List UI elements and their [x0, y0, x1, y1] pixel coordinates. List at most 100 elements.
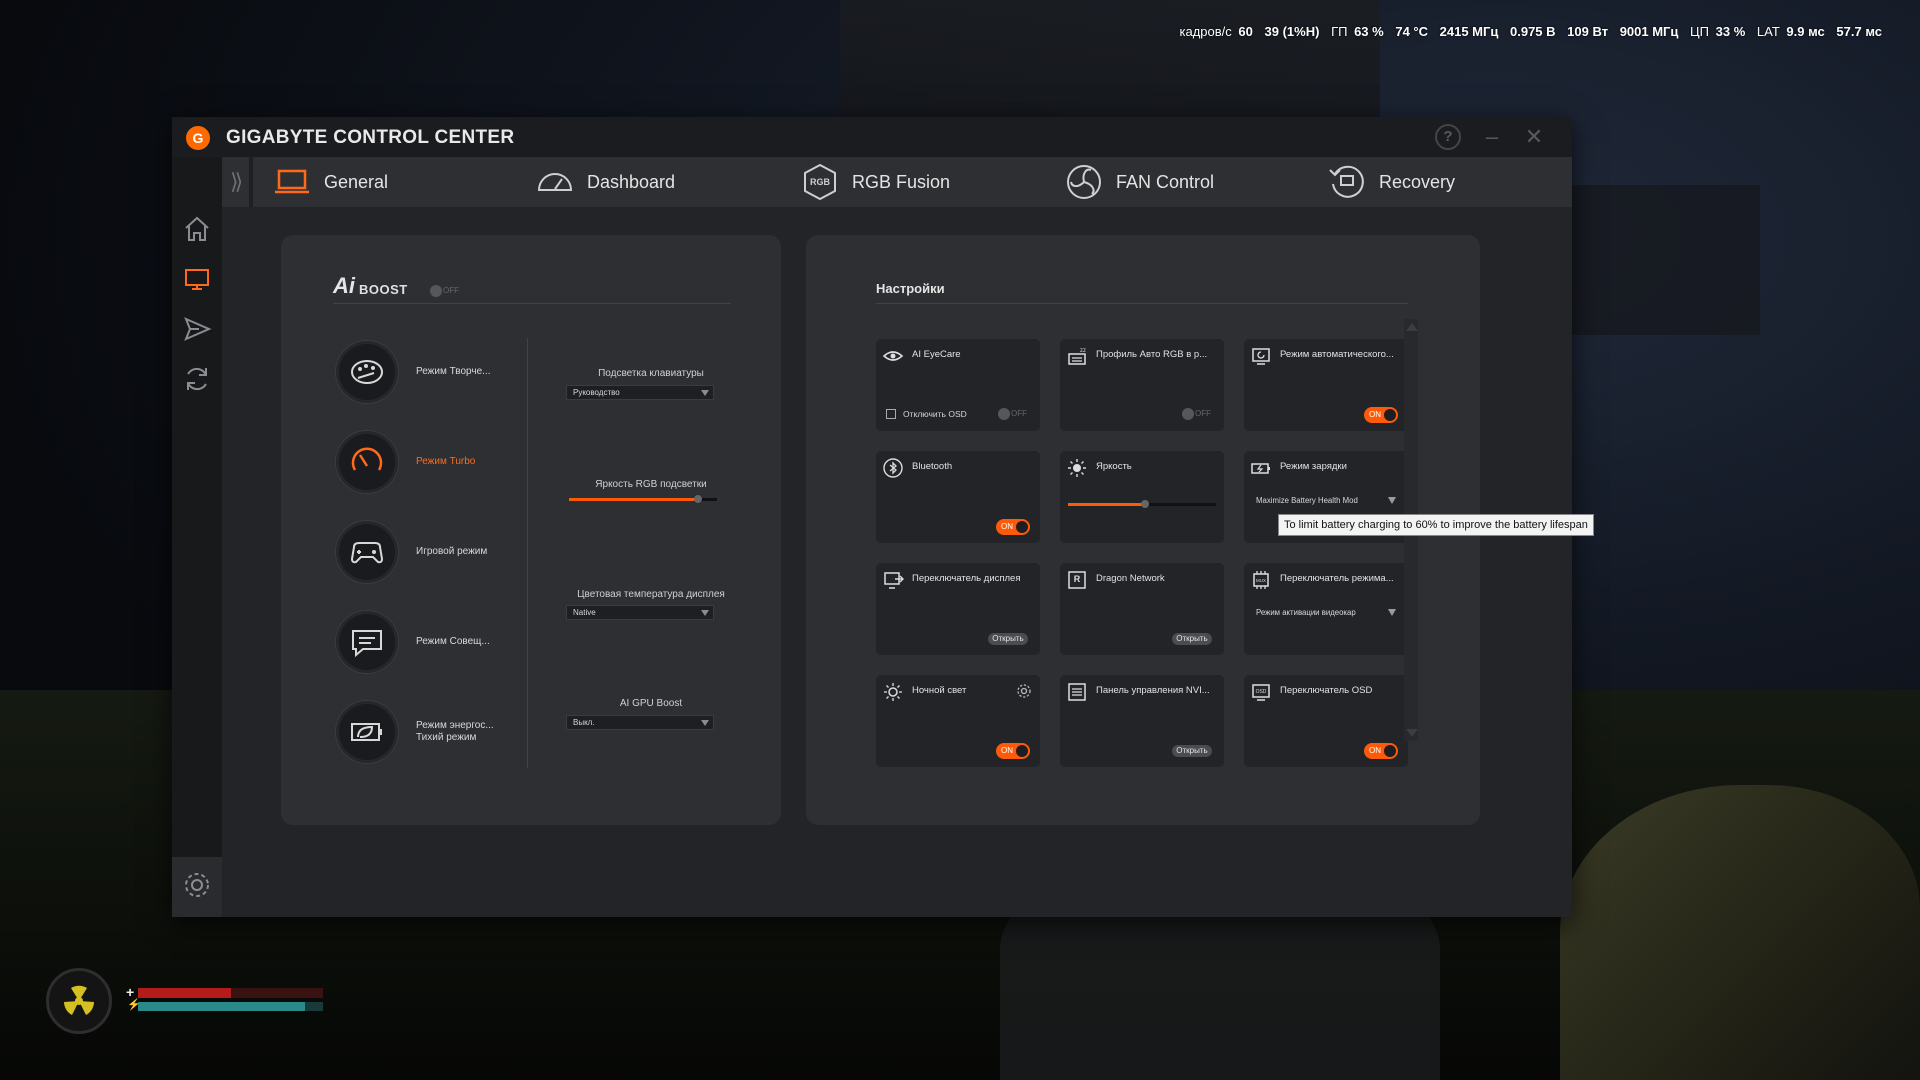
help-button[interactable]: ? — [1435, 124, 1461, 150]
title-bar[interactable]: G GIGABYTE CONTROL CENTER ? – ✕ — [172, 117, 1572, 157]
mode-power-saving-label: Режим энергос... Тихий режим — [416, 720, 494, 744]
chevron-down-icon — [701, 720, 709, 726]
chevron-down-icon — [1388, 497, 1396, 504]
card-bluetooth: Bluetooth ON — [876, 451, 1040, 543]
send-icon[interactable] — [181, 313, 213, 345]
mode-power-saving[interactable]: Режим энергос... Тихий режим — [336, 701, 526, 763]
rgb-brightness-handle[interactable] — [693, 495, 702, 503]
expand-sidebar-icon[interactable]: ⟩⟩ — [230, 169, 243, 195]
brightness-handle[interactable] — [1140, 500, 1149, 508]
night-light-icon — [884, 683, 902, 701]
keyboard-backlight-select[interactable]: Руководство — [566, 385, 714, 400]
charging-mode-select[interactable]: Maximize Battery Health Mod — [1254, 493, 1396, 508]
gigabyte-logo-icon: G — [186, 126, 210, 150]
mode-meeting[interactable]: Режим Совещ... — [336, 611, 526, 673]
fps-label: кадров/с — [1179, 24, 1232, 39]
card-nvidia-panel-title: Панель управления NVI... — [1096, 685, 1210, 696]
tab-recovery[interactable]: Recovery — [1327, 157, 1455, 207]
rgb-brightness-fill — [569, 498, 698, 501]
bluetooth-icon — [883, 458, 903, 478]
osd-switch-toggle[interactable]: ON — [1364, 743, 1398, 759]
card-auto-rgb-profile: zz Профиль Авто RGB в р... OFF — [1060, 339, 1224, 431]
ai-boost-header: Ai BOOST — [333, 273, 408, 299]
mode-meeting-label: Режим Совещ... — [416, 636, 490, 647]
mode-gaming-label: Игровой режим — [416, 546, 488, 557]
tab-separator — [249, 157, 253, 207]
background-structure — [1555, 185, 1760, 335]
card-gpu-mode-switch-title: Переключатель режима... — [1280, 573, 1394, 584]
card-dragon-network: R Dragon Network Открыть — [1060, 563, 1224, 655]
card-dragon-network-title: Dragon Network — [1096, 573, 1165, 584]
nvidia-panel-icon — [1068, 683, 1086, 701]
mode-power-saving-line1: Режим энергос... — [416, 720, 494, 731]
gear-icon[interactable] — [181, 869, 213, 901]
stamina-bar — [138, 1002, 323, 1011]
close-button[interactable]: ✕ — [1520, 124, 1548, 150]
tab-fan-control-label: FAN Control — [1116, 171, 1215, 192]
card-brightness-title: Яркость — [1096, 461, 1132, 472]
gpu-boost-value: Выкл. — [573, 718, 595, 727]
mode-creative[interactable]: Режим Творче... — [336, 341, 526, 403]
dragon-network-icon: R — [1068, 571, 1086, 589]
display-switch-open-button[interactable]: Открыть — [988, 633, 1028, 645]
refresh-icon[interactable] — [181, 363, 213, 395]
brightness-fill — [1068, 503, 1145, 506]
gpu-voltage: 0.975 В — [1510, 24, 1556, 39]
tab-rgb-fusion[interactable]: RGB RGB Fusion — [800, 157, 950, 207]
card-auto-rgb-profile-title: Профиль Авто RGB в р... — [1096, 349, 1208, 360]
rgb-brightness-slider[interactable] — [569, 495, 717, 503]
keyboard-zz-icon: zz — [1068, 348, 1086, 365]
speedometer-icon — [537, 173, 573, 191]
gpu-load: 63 % — [1354, 24, 1384, 39]
ai-boost-label: BOOST — [359, 281, 408, 297]
night-light-toggle[interactable]: ON — [996, 743, 1030, 759]
card-charging-mode-title: Режим зарядки — [1280, 461, 1347, 472]
laptop-icon — [275, 169, 309, 194]
gpu-mode-value: Режим активации видеокар — [1256, 608, 1356, 617]
card-auto-refresh-mode: Режим автоматического... ON — [1244, 339, 1408, 431]
scroll-down-icon[interactable] — [1406, 729, 1418, 737]
brightness-slider[interactable] — [1068, 500, 1216, 508]
nvidia-panel-open-button[interactable]: Открыть — [1172, 745, 1212, 757]
bluetooth-toggle[interactable]: ON — [996, 519, 1030, 535]
scroll-up-icon[interactable] — [1406, 323, 1418, 331]
mode-power-saving-line2: Тихий режим — [416, 732, 477, 743]
gpu-label: ГП — [1331, 24, 1348, 39]
tab-bar: ⟩⟩ General Dashboard RGB RGB Fusion FAN … — [222, 157, 1572, 207]
battery-charge-icon — [1251, 463, 1270, 474]
card-brightness: Яркость — [1060, 451, 1224, 543]
disable-osd-checkbox[interactable] — [886, 409, 896, 419]
color-temp-select[interactable]: Native — [566, 605, 714, 620]
card-auto-refresh-mode-title: Режим автоматического... — [1280, 349, 1394, 360]
mode-gaming[interactable]: Игровой режим — [336, 521, 526, 583]
ai-boost-panel: Ai BOOST OFF Режим Творче... Режим Turbo… — [281, 235, 781, 825]
tab-general-label: General — [324, 171, 389, 192]
gear-icon[interactable] — [1016, 683, 1032, 699]
tab-general[interactable]: General — [272, 157, 388, 207]
performance-overlay: кадров/с 60 39 (1%Н) ГП 63 % 74 °C 2415 … — [1180, 24, 1890, 39]
radiation-icon — [46, 968, 112, 1034]
ai-boost-toggle[interactable]: OFF — [428, 284, 462, 298]
auto-refresh-mode-toggle[interactable]: ON — [1364, 407, 1398, 423]
card-display-switch: Переключатель дисплея Открыть — [876, 563, 1040, 655]
chevron-down-icon — [701, 390, 709, 396]
tab-dashboard-label: Dashboard — [587, 171, 676, 192]
gpu-mode-select[interactable]: Режим активации видеокар — [1254, 605, 1396, 620]
dragon-network-open-button[interactable]: Открыть — [1172, 633, 1212, 645]
card-gpu-mode-switch: MUX Переключатель режима... Режим актива… — [1244, 563, 1408, 655]
minimize-button[interactable]: – — [1478, 124, 1506, 150]
mode-turbo[interactable]: Режим Turbo — [336, 431, 526, 493]
svg-text:zz: zz — [1080, 348, 1086, 354]
lat-value: 9.9 мс — [1786, 24, 1825, 39]
home-icon[interactable] — [181, 213, 213, 245]
divider-vertical — [527, 338, 528, 768]
tab-fan-control[interactable]: FAN Control — [1064, 157, 1214, 207]
tab-dashboard[interactable]: Dashboard — [535, 157, 675, 207]
gpu-boost-select[interactable]: Выкл. — [566, 715, 714, 730]
card-display-switch-title: Переключатель дисплея — [912, 573, 1021, 584]
ai-eyecare-toggle[interactable]: OFF — [996, 407, 1030, 421]
settings-title: Настройки — [876, 281, 945, 296]
monitor-icon[interactable] — [181, 263, 213, 295]
mode-turbo-label: Режим Turbo — [416, 456, 476, 467]
auto-rgb-profile-toggle[interactable]: OFF — [1180, 407, 1214, 421]
